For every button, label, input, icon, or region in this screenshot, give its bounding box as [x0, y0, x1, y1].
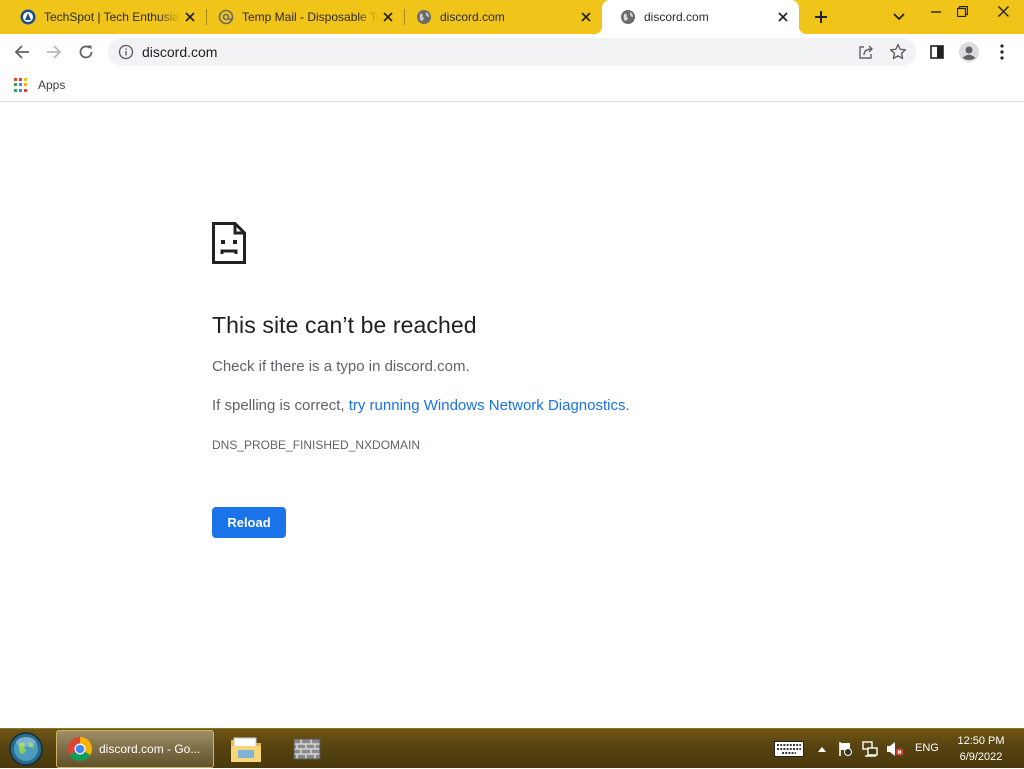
system-clock[interactable]: 12:50 PM 6/9/2022	[950, 733, 1012, 765]
back-button[interactable]	[8, 38, 36, 66]
close-icon[interactable]	[380, 9, 396, 25]
taskbar-chrome-window[interactable]: discord.com - Go...	[56, 730, 214, 768]
network-app-icon[interactable]	[290, 733, 324, 765]
suggestion-suffix: .	[625, 397, 630, 414]
tab-discord-active[interactable]: discord.com	[594, 0, 807, 34]
taskbar-window-label: discord.com - Go...	[99, 742, 201, 756]
tray-expand-icon[interactable]	[815, 729, 829, 769]
close-icon[interactable]	[775, 9, 791, 25]
reload-icon[interactable]	[72, 38, 100, 66]
start-button[interactable]	[6, 730, 46, 768]
new-tab-button[interactable]	[809, 5, 833, 29]
clock-time: 12:50 PM	[957, 735, 1005, 747]
tab-temp-mail[interactable]: Temp Mail - Disposable Temporary Email	[200, 0, 404, 34]
apps-grid-icon	[14, 78, 28, 92]
apps-label: Apps	[38, 78, 66, 92]
chrome-icon	[67, 737, 93, 762]
suggestion-prefix: If spelling is correct,	[212, 397, 349, 414]
volume-muted-icon[interactable]	[884, 729, 906, 769]
language-indicator[interactable]: ENG	[915, 742, 939, 754]
techspot-icon	[20, 9, 36, 25]
sad-page-icon	[212, 222, 246, 264]
tab-discord[interactable]: discord.com	[398, 0, 602, 34]
windows-taskbar: discord.com - Go... ENG 12:50 PM 6/9/202…	[0, 728, 1024, 768]
menu-kebab-icon[interactable]	[988, 38, 1016, 66]
keyboard-icon[interactable]	[772, 729, 806, 769]
file-explorer-icon[interactable]	[229, 733, 263, 765]
tab-strip: TechSpot | Tech Enthusiasts, Power Users…	[0, 0, 1024, 34]
close-icon[interactable]	[578, 9, 594, 25]
action-center-flag-icon[interactable]	[836, 729, 854, 769]
restore-button[interactable]	[946, 0, 978, 22]
close-window-button[interactable]	[982, 0, 1024, 22]
error-suggestion-diagnostics: If spelling is correct, try running Wind…	[212, 397, 630, 414]
share-icon[interactable]	[858, 44, 874, 60]
globe-icon	[620, 9, 636, 25]
info-icon[interactable]	[118, 44, 134, 60]
tab-title: discord.com	[440, 10, 505, 24]
side-panel-icon[interactable]	[923, 38, 951, 66]
chevron-down-icon[interactable]	[888, 6, 910, 28]
clock-date: 6/9/2022	[959, 751, 1003, 763]
address-bar[interactable]: discord.com	[108, 38, 916, 66]
reload-button[interactable]: Reload	[212, 507, 286, 538]
bookmarks-bar: Apps	[0, 70, 1024, 102]
error-title: This site can’t be reached	[212, 312, 477, 338]
profile-avatar[interactable]	[955, 38, 983, 66]
apps-shortcut[interactable]: Apps	[14, 77, 65, 93]
tab-title: TechSpot | Tech Enthusiasts, Power Users…	[44, 10, 180, 24]
tab-title: Temp Mail - Disposable Temporary Email	[242, 10, 378, 24]
at-sign-icon	[218, 9, 234, 25]
error-suggestion-typo: Check if there is a typo in discord.com.	[212, 358, 470, 375]
network-icon[interactable]	[860, 729, 880, 769]
bookmark-star-icon[interactable]	[889, 43, 907, 61]
close-icon[interactable]	[182, 9, 198, 25]
url-text[interactable]: discord.com	[142, 44, 217, 60]
network-diagnostics-link[interactable]: try running Windows Network Diagnostics	[349, 397, 626, 414]
tab-techspot[interactable]: TechSpot | Tech Enthusiasts, Power Users…	[2, 0, 206, 34]
forward-button[interactable]	[40, 38, 68, 66]
tab-title: discord.com	[644, 10, 709, 24]
error-code: DNS_PROBE_FINISHED_NXDOMAIN	[212, 438, 421, 452]
globe-icon	[416, 9, 432, 25]
